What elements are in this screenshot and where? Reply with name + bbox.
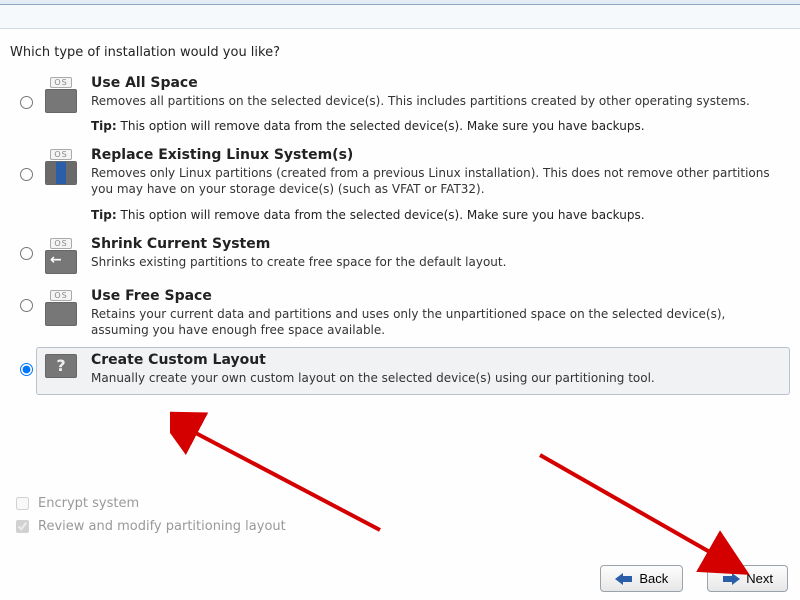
annotation-arrow-to-next	[530, 445, 750, 575]
option-title: Create Custom Layout	[91, 352, 785, 368]
radio-custom-layout[interactable]	[20, 363, 33, 376]
option-use-all-space[interactable]: OS Use All Space Removes all partitions …	[10, 70, 790, 142]
option-desc: Manually create your own custom layout o…	[91, 370, 785, 386]
advanced-checks: Encrypt system Review and modify partiti…	[12, 490, 286, 540]
review-checkbox[interactable]	[16, 520, 29, 533]
installation-type-prompt: Which type of installation would you lik…	[10, 45, 790, 60]
radio-use-all-space[interactable]	[20, 96, 33, 109]
encrypt-checkbox[interactable]	[16, 497, 29, 510]
question-mark-icon: ?	[45, 354, 77, 378]
option-title: Use All Space	[91, 75, 785, 91]
option-replace-linux[interactable]: OS Replace Existing Linux System(s) Remo…	[10, 142, 790, 230]
next-button[interactable]: Next	[707, 565, 788, 592]
wizard-footer: Back Next	[12, 557, 788, 592]
arrow-left-icon	[615, 573, 633, 585]
encrypt-label: Encrypt system	[38, 496, 139, 511]
option-title: Replace Existing Linux System(s)	[91, 147, 785, 163]
next-button-label: Next	[746, 571, 773, 586]
option-use-free-space[interactable]: OS Use Free Space Retains your current d…	[10, 283, 790, 347]
radio-shrink-system[interactable]	[20, 247, 33, 260]
back-button-label: Back	[639, 571, 668, 586]
icon-use-all-space: OS	[37, 75, 85, 113]
option-desc: Removes all partitions on the selected d…	[91, 93, 785, 109]
os-tag-icon: OS	[50, 238, 71, 249]
option-title: Use Free Space	[91, 288, 785, 304]
main-content: Which type of installation would you lik…	[0, 29, 800, 395]
icon-replace-linux: OS	[37, 147, 85, 185]
os-tag-icon: OS	[50, 149, 71, 160]
toolbar-strip	[0, 5, 800, 29]
option-desc: Removes only Linux partitions (created f…	[91, 165, 785, 197]
arrow-right-icon	[722, 573, 740, 585]
review-layout-check[interactable]: Review and modify partitioning layout	[12, 517, 286, 536]
icon-shrink-system: OS	[37, 236, 85, 274]
radio-replace-linux[interactable]	[20, 168, 33, 181]
option-shrink-system[interactable]: OS Shrink Current System Shrinks existin…	[10, 231, 790, 283]
option-desc: Retains your current data and partitions…	[91, 306, 785, 338]
os-tag-icon: OS	[50, 290, 71, 301]
os-tag-icon: OS	[50, 77, 71, 88]
icon-custom-layout: ?	[37, 352, 85, 378]
radio-use-free-space[interactable]	[20, 299, 33, 312]
option-custom-layout[interactable]: ? Create Custom Layout Manually create y…	[36, 347, 790, 395]
option-desc: Shrinks existing partitions to create fr…	[91, 254, 785, 270]
encrypt-system-check[interactable]: Encrypt system	[12, 494, 286, 513]
installation-options: OS Use All Space Removes all partitions …	[10, 70, 790, 395]
option-title: Shrink Current System	[91, 236, 785, 252]
icon-use-free-space: OS	[37, 288, 85, 326]
option-tip: Tip: This option will remove data from t…	[91, 208, 785, 222]
option-tip: Tip: This option will remove data from t…	[91, 119, 785, 133]
review-label: Review and modify partitioning layout	[38, 519, 286, 534]
back-button[interactable]: Back	[600, 565, 683, 592]
